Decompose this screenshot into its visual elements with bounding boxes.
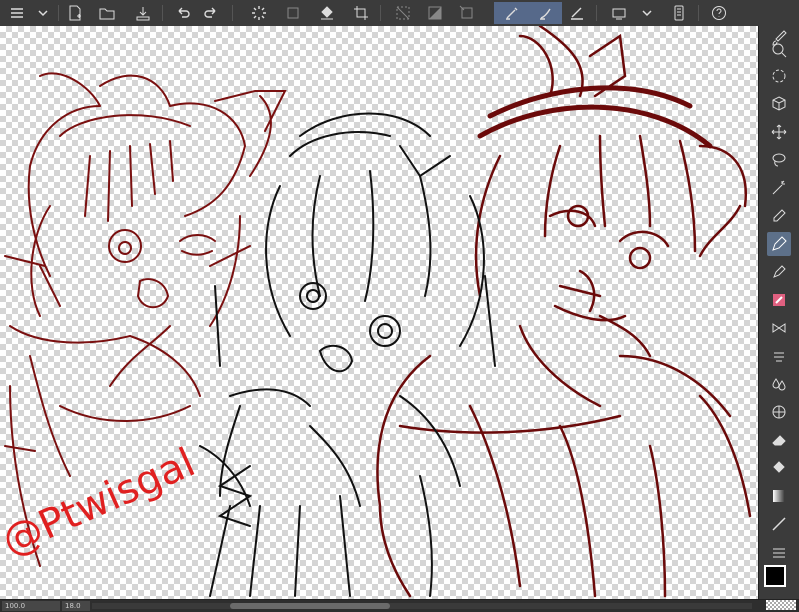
- brush-pen-icon[interactable]: [494, 2, 530, 24]
- middle-character-sketch: [199, 112, 496, 597]
- zoom-icon[interactable]: [767, 38, 791, 62]
- line-icon[interactable]: [767, 512, 791, 536]
- brush-icon[interactable]: [767, 288, 791, 312]
- pen-icon[interactable]: [767, 232, 791, 256]
- eyedropper-icon[interactable]: [767, 204, 791, 228]
- gradient-icon[interactable]: [767, 484, 791, 508]
- right-character-sketch: [376, 26, 752, 598]
- lasso-icon[interactable]: [767, 148, 791, 172]
- cube-icon[interactable]: [767, 92, 791, 116]
- help-icon[interactable]: [708, 2, 730, 24]
- undo-icon[interactable]: [172, 2, 194, 24]
- fill-bucket-icon[interactable]: [767, 456, 791, 480]
- airbrush-icon[interactable]: [767, 316, 791, 340]
- top-toolbar: [0, 0, 799, 27]
- export-icon[interactable]: [132, 2, 154, 24]
- display-dropdown-chevron-icon[interactable]: [636, 2, 658, 24]
- horizontal-scrollbar[interactable]: [92, 603, 752, 609]
- tablet-icon[interactable]: [668, 2, 690, 24]
- redo-icon[interactable]: [200, 2, 222, 24]
- clear-selection-icon[interactable]: [392, 2, 414, 24]
- transparent-color-swatch[interactable]: [766, 600, 796, 610]
- blend-icon[interactable]: [767, 344, 791, 368]
- drawing-canvas[interactable]: @Ptwisgal: [0, 26, 758, 599]
- menu-dropdown-chevron-icon[interactable]: [32, 2, 54, 24]
- display-settings-icon[interactable]: [608, 2, 630, 24]
- eraser-icon[interactable]: [767, 428, 791, 452]
- pencil-icon[interactable]: [767, 260, 791, 284]
- tool-sidebar: [758, 26, 799, 599]
- status-bar: 100.0 18.0: [0, 599, 799, 612]
- magic-wand-icon[interactable]: [767, 176, 791, 200]
- grid-icon[interactable]: [767, 400, 791, 424]
- menu-icon[interactable]: [6, 2, 28, 24]
- layers-icon[interactable]: [767, 540, 791, 564]
- new-canvas-icon[interactable]: [64, 2, 86, 24]
- move-icon[interactable]: [767, 120, 791, 144]
- layer-fill-icon[interactable]: [282, 2, 304, 24]
- rotation-field[interactable]: 18.0: [62, 601, 90, 611]
- crop-icon[interactable]: [350, 2, 372, 24]
- signature-text: @Ptwisgal: [0, 440, 202, 566]
- main-color-swatch[interactable]: [764, 565, 786, 587]
- rotate-view-icon[interactable]: [767, 64, 791, 88]
- open-folder-icon[interactable]: [96, 2, 118, 24]
- fill-icon[interactable]: [316, 2, 338, 24]
- horizontal-scrollbar-thumb[interactable]: [230, 603, 390, 609]
- zoom-level-field[interactable]: 100.0: [2, 601, 60, 611]
- sketch-artwork: @Ptwisgal: [0, 26, 752, 598]
- droplets-icon[interactable]: [767, 372, 791, 396]
- loading-icon[interactable]: [248, 2, 270, 24]
- brush-pen-active-icon[interactable]: [530, 2, 562, 24]
- transform-icon[interactable]: [456, 2, 478, 24]
- pen-settings-icon[interactable]: [566, 2, 588, 24]
- invert-selection-icon[interactable]: [424, 2, 446, 24]
